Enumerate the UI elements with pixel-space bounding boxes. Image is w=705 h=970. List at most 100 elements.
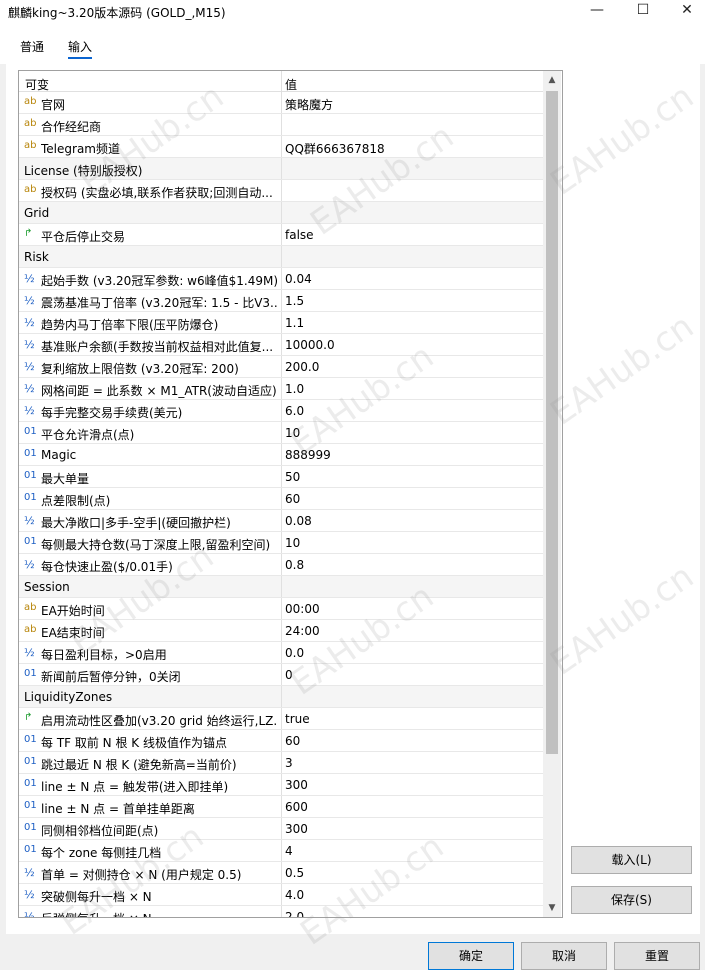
parameter-value[interactable]: 2.0 xyxy=(285,910,304,917)
close-button[interactable]: ✕ xyxy=(664,0,705,22)
parameter-value[interactable]: true xyxy=(285,712,310,726)
parameter-value[interactable]: 10 xyxy=(285,536,300,550)
parameter-value[interactable]: 0.8 xyxy=(285,558,304,572)
parameter-name: 授权码 (实盘必填,联系作者获取;回测自动... xyxy=(41,186,273,200)
group-row[interactable]: Grid xyxy=(19,202,543,224)
parameter-row[interactable]: ½ 基准账户余额(手数按当前权益相对此值复... 10000.0 xyxy=(19,334,543,356)
parameter-name: 反弹侧每升一档 × N xyxy=(41,910,277,917)
parameter-row[interactable]: ½ 起始手数 (v3.20冠军参数: w6峰值$1.49M) 0.04 xyxy=(19,268,543,290)
int-type-icon: 01 xyxy=(24,800,37,811)
scroll-thumb[interactable] xyxy=(546,91,558,754)
parameter-name: 震荡基准马丁倍率 (v3.20冠军: 1.5 - 比V3... xyxy=(41,296,277,310)
parameter-value[interactable]: 6.0 xyxy=(285,404,304,418)
column-divider xyxy=(281,796,282,817)
parameter-value[interactable]: 0.04 xyxy=(285,272,312,286)
parameter-row[interactable]: ½ 每手完整交易手续费(美元) 6.0 xyxy=(19,400,543,422)
maximize-button[interactable]: ☐ xyxy=(620,0,666,22)
parameter-value[interactable]: 1.0 xyxy=(285,382,304,396)
cancel-button[interactable]: 取消 xyxy=(521,942,607,970)
parameter-value[interactable]: 0.0 xyxy=(285,646,304,660)
group-row[interactable]: Session xyxy=(19,576,543,598)
parameter-row[interactable]: 01 每侧最大持仓数(马丁深度上限,留盈利空间) 10 xyxy=(19,532,543,554)
group-label: License (特别版授权) xyxy=(24,164,143,178)
parameter-row[interactable]: ab EA结束时间 24:00 xyxy=(19,620,543,642)
parameter-value[interactable]: 策略魔方 xyxy=(285,96,333,113)
group-row[interactable]: Risk xyxy=(19,246,543,268)
parameter-row[interactable]: ½ 首单 = 对侧持仓 × N (用户规定 0.5) 0.5 xyxy=(19,862,543,884)
parameter-row[interactable]: ↱ 平仓后停止交易 false xyxy=(19,224,543,246)
parameter-value[interactable]: 1.1 xyxy=(285,316,304,330)
parameter-row[interactable]: 01 新闻前后暂停分钟，0关闭 0 xyxy=(19,664,543,686)
group-row[interactable]: LiquidityZones xyxy=(19,686,543,708)
parameter-row[interactable]: 01 每个 zone 每侧挂几档 4 xyxy=(19,840,543,862)
save-button[interactable]: 保存(S) xyxy=(571,886,692,914)
parameter-row[interactable]: ½ 每仓快速止盈($/0.01手) 0.8 xyxy=(19,554,543,576)
minimize-button[interactable]: — xyxy=(574,0,620,22)
parameter-row[interactable]: 01 同侧相邻档位间距(点) 300 xyxy=(19,818,543,840)
parameter-row[interactable]: ½ 趋势内马丁倍率下限(压平防爆仓) 1.1 xyxy=(19,312,543,334)
parameter-row[interactable]: ½ 突破侧每升一档 × N 4.0 xyxy=(19,884,543,906)
parameter-value[interactable]: 0 xyxy=(285,668,293,682)
parameter-row[interactable]: ½ 网格间距 = 此系数 × M1_ATR(波动自适应) 1.0 xyxy=(19,378,543,400)
parameter-value[interactable]: QQ群666367818 xyxy=(285,140,385,157)
parameter-value[interactable]: 0.08 xyxy=(285,514,312,528)
parameter-row[interactable]: 01 line ± N 点 = 首单挂单距离 600 xyxy=(19,796,543,818)
int-type-icon: 01 xyxy=(24,448,37,459)
parameter-value[interactable]: 60 xyxy=(285,492,300,506)
column-divider xyxy=(281,268,282,289)
parameter-row[interactable]: 01 最大单量 50 xyxy=(19,466,543,488)
parameter-row[interactable]: 01 点差限制(点) 60 xyxy=(19,488,543,510)
parameter-row[interactable]: ½ 复利缩放上限倍数 (v3.20冠军: 200) 200.0 xyxy=(19,356,543,378)
parameter-value[interactable]: 3 xyxy=(285,756,293,770)
parameter-row[interactable]: ab EA开始时间 00:00 xyxy=(19,598,543,620)
parameter-row[interactable]: ½ 最大净敞口|多手-空手|(硬回撤护栏) 0.08 xyxy=(19,510,543,532)
ok-button[interactable]: 确定 xyxy=(428,942,514,970)
parameter-row[interactable]: ½ 震荡基准马丁倍率 (v3.20冠军: 1.5 - 比V3... 1.5 xyxy=(19,290,543,312)
column-divider xyxy=(281,246,282,267)
parameter-value[interactable]: false xyxy=(285,228,314,242)
parameter-value[interactable]: 888999 xyxy=(285,448,331,462)
parameter-row[interactable]: ab 官网 策略魔方 xyxy=(19,92,543,114)
parameter-row[interactable]: 01 平仓允许滑点(点) 10 xyxy=(19,422,543,444)
group-row[interactable]: License (特别版授权) xyxy=(19,158,543,180)
parameter-row[interactable]: ↱ 启用流动性区叠加(v3.20 grid 始终运行,LZ... true xyxy=(19,708,543,730)
parameter-value[interactable]: 4 xyxy=(285,844,293,858)
parameter-value[interactable]: 24:00 xyxy=(285,624,320,638)
parameter-value[interactable]: 60 xyxy=(285,734,300,748)
parameter-value[interactable]: 200.0 xyxy=(285,360,319,374)
scroll-down-icon[interactable]: ▼ xyxy=(543,899,561,917)
parameter-row[interactable]: ab 合作经纪商 xyxy=(19,114,543,136)
vertical-scrollbar[interactable]: ▲ ▼ xyxy=(543,71,561,917)
bool-type-icon: ↱ xyxy=(24,228,33,239)
int-type-icon: 01 xyxy=(24,470,37,481)
tab-common[interactable]: 普通 xyxy=(20,38,44,55)
parameter-value[interactable]: 300 xyxy=(285,778,308,792)
header-value[interactable]: 值 xyxy=(285,76,297,93)
parameter-value[interactable]: 1.5 xyxy=(285,294,304,308)
parameter-row[interactable]: ab Telegram频道 QQ群666367818 xyxy=(19,136,543,158)
parameter-value[interactable]: 00:00 xyxy=(285,602,320,616)
load-button[interactable]: 载入(L) xyxy=(571,846,692,874)
grid-header: 可变 值 xyxy=(19,71,543,92)
parameter-value[interactable]: 300 xyxy=(285,822,308,836)
parameter-value[interactable]: 50 xyxy=(285,470,300,484)
parameter-value[interactable]: 600 xyxy=(285,800,308,814)
parameter-value[interactable]: 0.5 xyxy=(285,866,304,880)
parameter-row[interactable]: 01 跳过最近 N 根 K (避免新高=当前价) 3 xyxy=(19,752,543,774)
parameter-row[interactable]: 01 line ± N 点 = 触发带(进入即挂单) 300 xyxy=(19,774,543,796)
parameter-name: 官网 xyxy=(41,98,66,112)
double-type-icon: ½ xyxy=(24,360,35,373)
parameter-row[interactable]: ab 授权码 (实盘必填,联系作者获取;回测自动... xyxy=(19,180,543,202)
reset-button[interactable]: 重置 xyxy=(614,942,700,970)
parameter-row[interactable]: 01 Magic 888999 xyxy=(19,444,543,466)
parameter-row[interactable]: ½ 反弹侧每升一档 × N 2.0 xyxy=(19,906,543,917)
tab-inputs[interactable]: 输入 xyxy=(68,38,93,59)
header-variable[interactable]: 可变 xyxy=(25,76,49,93)
scroll-up-icon[interactable]: ▲ xyxy=(543,71,561,89)
parameter-row[interactable]: 01 每 TF 取前 N 根 K 线极值作为锚点 60 xyxy=(19,730,543,752)
parameter-value[interactable]: 10 xyxy=(285,426,300,440)
column-divider xyxy=(281,92,282,113)
parameter-value[interactable]: 10000.0 xyxy=(285,338,335,352)
parameter-row[interactable]: ½ 每日盈利目标，>0启用 0.0 xyxy=(19,642,543,664)
parameter-value[interactable]: 4.0 xyxy=(285,888,304,902)
